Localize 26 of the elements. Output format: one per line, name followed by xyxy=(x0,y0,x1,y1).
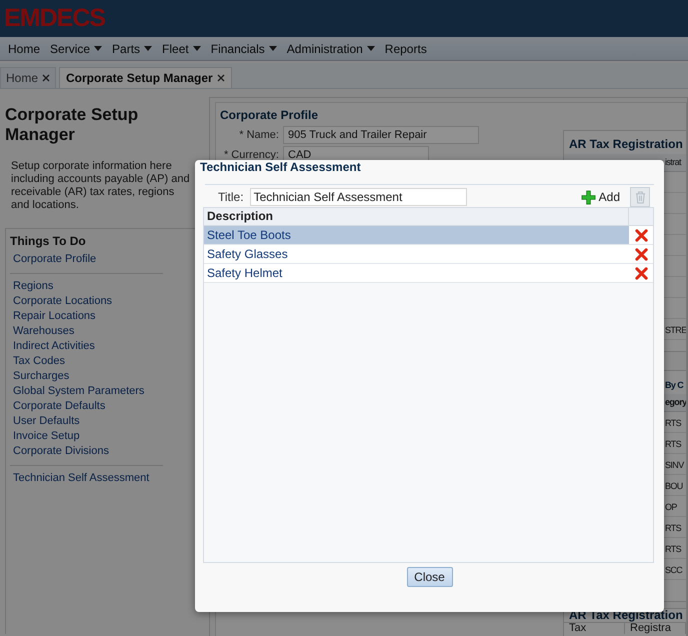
field-label: * Name: xyxy=(238,129,279,141)
table-cell-text: STRE xyxy=(665,324,686,337)
column-header: Tax xyxy=(564,623,625,634)
table-cell-text: RTS xyxy=(665,417,682,430)
table-cell-text: RTS xyxy=(665,438,682,451)
table-cell-text: BOU xyxy=(665,480,683,493)
page-description: Setup corporate information here including accounts payable (AP) and receivable (AR) tax rates, regions and locations. xyxy=(11,160,191,212)
table-cell-text: OP xyxy=(665,501,677,514)
field-label: Title: xyxy=(218,190,244,204)
table-cell-text: Safety Glasses xyxy=(206,246,289,263)
table-cell-text: RTS xyxy=(665,522,682,535)
table-cell-text: SINV xyxy=(665,459,684,472)
section-heading: Corporate Profile xyxy=(220,108,320,122)
page-title: Corporate Setup Manager xyxy=(5,105,140,145)
column-header: istrat xyxy=(665,157,681,167)
table-cell-text: SCC xyxy=(665,564,682,577)
logo: EMDECS xyxy=(4,4,105,33)
table-cell-text: Safety Helmet xyxy=(206,265,284,282)
column-header: Registra xyxy=(625,623,686,634)
section-heading: By C xyxy=(665,380,684,390)
table-cell-text: Steel Toe Boots xyxy=(206,227,292,244)
field-label: * Currency: xyxy=(222,149,279,161)
column-header: Description xyxy=(204,208,629,225)
table-cell-text: RTS xyxy=(665,543,682,556)
section-heading: AR Tax Registration xyxy=(568,136,684,153)
panel-heading: Things To Do xyxy=(10,234,87,248)
